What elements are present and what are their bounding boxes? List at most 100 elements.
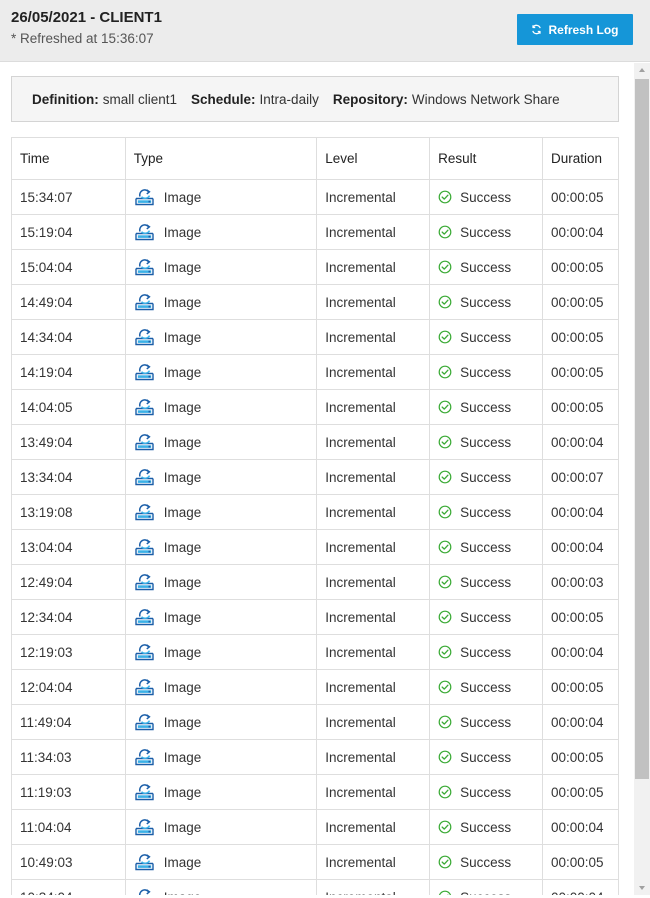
cell-duration: 00:00:04 xyxy=(542,214,619,250)
check-circle-icon xyxy=(438,750,452,764)
check-circle-icon xyxy=(438,330,452,344)
check-circle-icon xyxy=(438,715,452,729)
definition-label: Definition: xyxy=(32,91,99,107)
type-text: Image xyxy=(163,259,202,275)
type-text: Image xyxy=(163,329,202,345)
type-text: Image xyxy=(163,784,202,800)
cell-time: 14:04:05 xyxy=(11,389,126,425)
image-backup-icon xyxy=(135,678,154,695)
result-text: Success xyxy=(460,644,512,660)
type-text: Image xyxy=(163,294,202,310)
cell-result: Success xyxy=(429,774,543,810)
level-text: Incremental xyxy=(325,890,396,896)
table-row[interactable]: 10:34:04 Image Incremental xyxy=(11,879,619,896)
duration-text: 00:00:05 xyxy=(551,364,604,380)
type-text: Image xyxy=(163,399,202,415)
cell-duration: 00:00:05 xyxy=(542,284,619,320)
table-row[interactable]: 14:04:05 Image Incremental Success 00:00… xyxy=(11,389,619,425)
refresh-log-label: Refresh Log xyxy=(548,22,619,37)
cell-time: 11:34:03 xyxy=(11,739,126,775)
scrollbar-thumb[interactable] xyxy=(635,79,649,779)
result-content: Success xyxy=(438,890,534,895)
type-text: Image xyxy=(163,574,202,590)
result-content: Success xyxy=(438,540,534,555)
table-row[interactable]: 13:34:04 Image Incremental Success 00:00… xyxy=(11,459,619,495)
repository-label: Repository: xyxy=(332,91,408,107)
log-content[interactable]: Definition: small client1 Schedule: Intra-… xyxy=(0,63,634,895)
type-content: Image xyxy=(134,888,308,895)
check-circle-icon xyxy=(438,400,452,414)
cell-time: 12:34:04 xyxy=(11,599,126,635)
level-text: Incremental xyxy=(325,539,396,555)
column-header-type[interactable]: Type xyxy=(124,137,318,180)
type-content: Image xyxy=(134,188,308,207)
table-row[interactable]: 11:19:03 Image Incremental Success 00:00… xyxy=(11,774,619,810)
column-header-result[interactable]: Result xyxy=(429,137,543,180)
scroll-down-arrow[interactable] xyxy=(634,881,650,895)
table-row[interactable]: 11:49:04 Image Incremental Success 00:00… xyxy=(11,704,619,740)
table-row[interactable]: 14:49:04 Image Incremental Success 00:00… xyxy=(11,284,619,320)
table-row[interactable]: 11:34:03 Image Incremental Success 00:00… xyxy=(11,739,619,775)
table-row[interactable]: 12:49:04 Image Incremental Success 00:00… xyxy=(11,564,619,600)
cell-type: Image xyxy=(124,529,318,565)
cell-duration: 00:00:04 xyxy=(542,424,619,460)
image-backup-icon xyxy=(135,713,154,730)
result-content: Success xyxy=(438,610,534,625)
result-content: Success xyxy=(438,435,534,450)
type-text: Image xyxy=(163,644,202,660)
cell-result: Success xyxy=(429,459,543,495)
table-row[interactable]: 14:19:04 Image Incremental Success 00:00… xyxy=(11,354,619,390)
cell-result: Success xyxy=(429,179,543,215)
column-header-level[interactable]: Level xyxy=(316,137,431,180)
image-backup-icon xyxy=(135,818,154,835)
duration-text: 00:00:04 xyxy=(551,504,604,520)
cell-type: Image xyxy=(124,494,318,530)
image-backup-icon xyxy=(135,328,154,345)
cell-time: 11:19:03 xyxy=(11,774,126,810)
refresh-timestamp: * Refreshed at 15:36:07 xyxy=(11,31,154,46)
cell-type: Image xyxy=(124,774,318,810)
refresh-log-button[interactable]: Refresh Log xyxy=(517,14,633,45)
level-text: Incremental xyxy=(325,294,396,310)
scroll-up-icon xyxy=(639,68,645,72)
table-row[interactable]: 14:34:04 Image Incremental Success 00:00… xyxy=(11,319,619,355)
duration-text: 00:00:05 xyxy=(551,259,604,275)
cell-duration: 00:00:05 xyxy=(542,319,619,355)
type-content: Image xyxy=(134,468,308,487)
table-row[interactable]: 12:19:03 Image Incremental Success 00:00… xyxy=(11,634,619,670)
type-content: Image xyxy=(134,433,308,452)
cell-time: 13:04:04 xyxy=(11,529,126,565)
column-header-time[interactable]: Time xyxy=(11,137,126,180)
table-row[interactable]: 13:19:08 Image Incremental Success 00:00… xyxy=(11,494,619,530)
check-circle-icon xyxy=(438,505,452,519)
vertical-scrollbar[interactable] xyxy=(634,63,650,895)
level-text: Incremental xyxy=(325,224,396,240)
scroll-up-arrow[interactable] xyxy=(634,63,650,77)
table-row[interactable]: 10:49:03 Image Incremental Success 00:00… xyxy=(11,844,619,880)
table-row[interactable]: 15:34:07 Image Incremental Success 00:00… xyxy=(11,179,619,215)
duration-text: 00:00:04 xyxy=(551,434,604,450)
cell-duration: 00:00:05 xyxy=(542,739,619,775)
table-row[interactable]: 13:49:04 Image Incremental Success 00:00… xyxy=(11,424,619,460)
time-text: 10:49:03 xyxy=(20,854,73,870)
table-row[interactable]: 12:34:04 Image Incremental Success 00:00… xyxy=(11,599,619,635)
image-backup-icon xyxy=(135,433,154,450)
table-row[interactable]: 13:04:04 Image Incremental Success 00:00… xyxy=(11,529,619,565)
cell-duration: 00:00:03 xyxy=(542,564,619,600)
type-content: Image xyxy=(134,293,308,312)
table-row[interactable]: 11:04:04 Image Incremental Success 00:00… xyxy=(11,809,619,845)
table-row[interactable]: 15:19:04 Image Incremental Success 00:00… xyxy=(11,214,619,250)
cell-duration: 00:00:05 xyxy=(542,599,619,635)
cell-duration: 00:00:04 xyxy=(542,809,619,845)
check-circle-icon xyxy=(438,260,452,274)
cell-type: Image xyxy=(124,669,318,705)
result-text: Success xyxy=(460,399,512,415)
time-text: 12:34:04 xyxy=(20,609,73,625)
cell-duration: 00:00:05 xyxy=(542,179,619,215)
cell-time: 11:04:04 xyxy=(11,809,126,845)
table-row[interactable]: 15:04:04 Image Incremental Success 00:00… xyxy=(11,249,619,285)
cell-duration: 00:00:05 xyxy=(542,844,619,880)
table-row[interactable]: 12:04:04 Image Incremental Success 00:00… xyxy=(11,669,619,705)
result-text: Success xyxy=(460,189,512,205)
column-header-duration[interactable]: Duration xyxy=(542,137,619,180)
